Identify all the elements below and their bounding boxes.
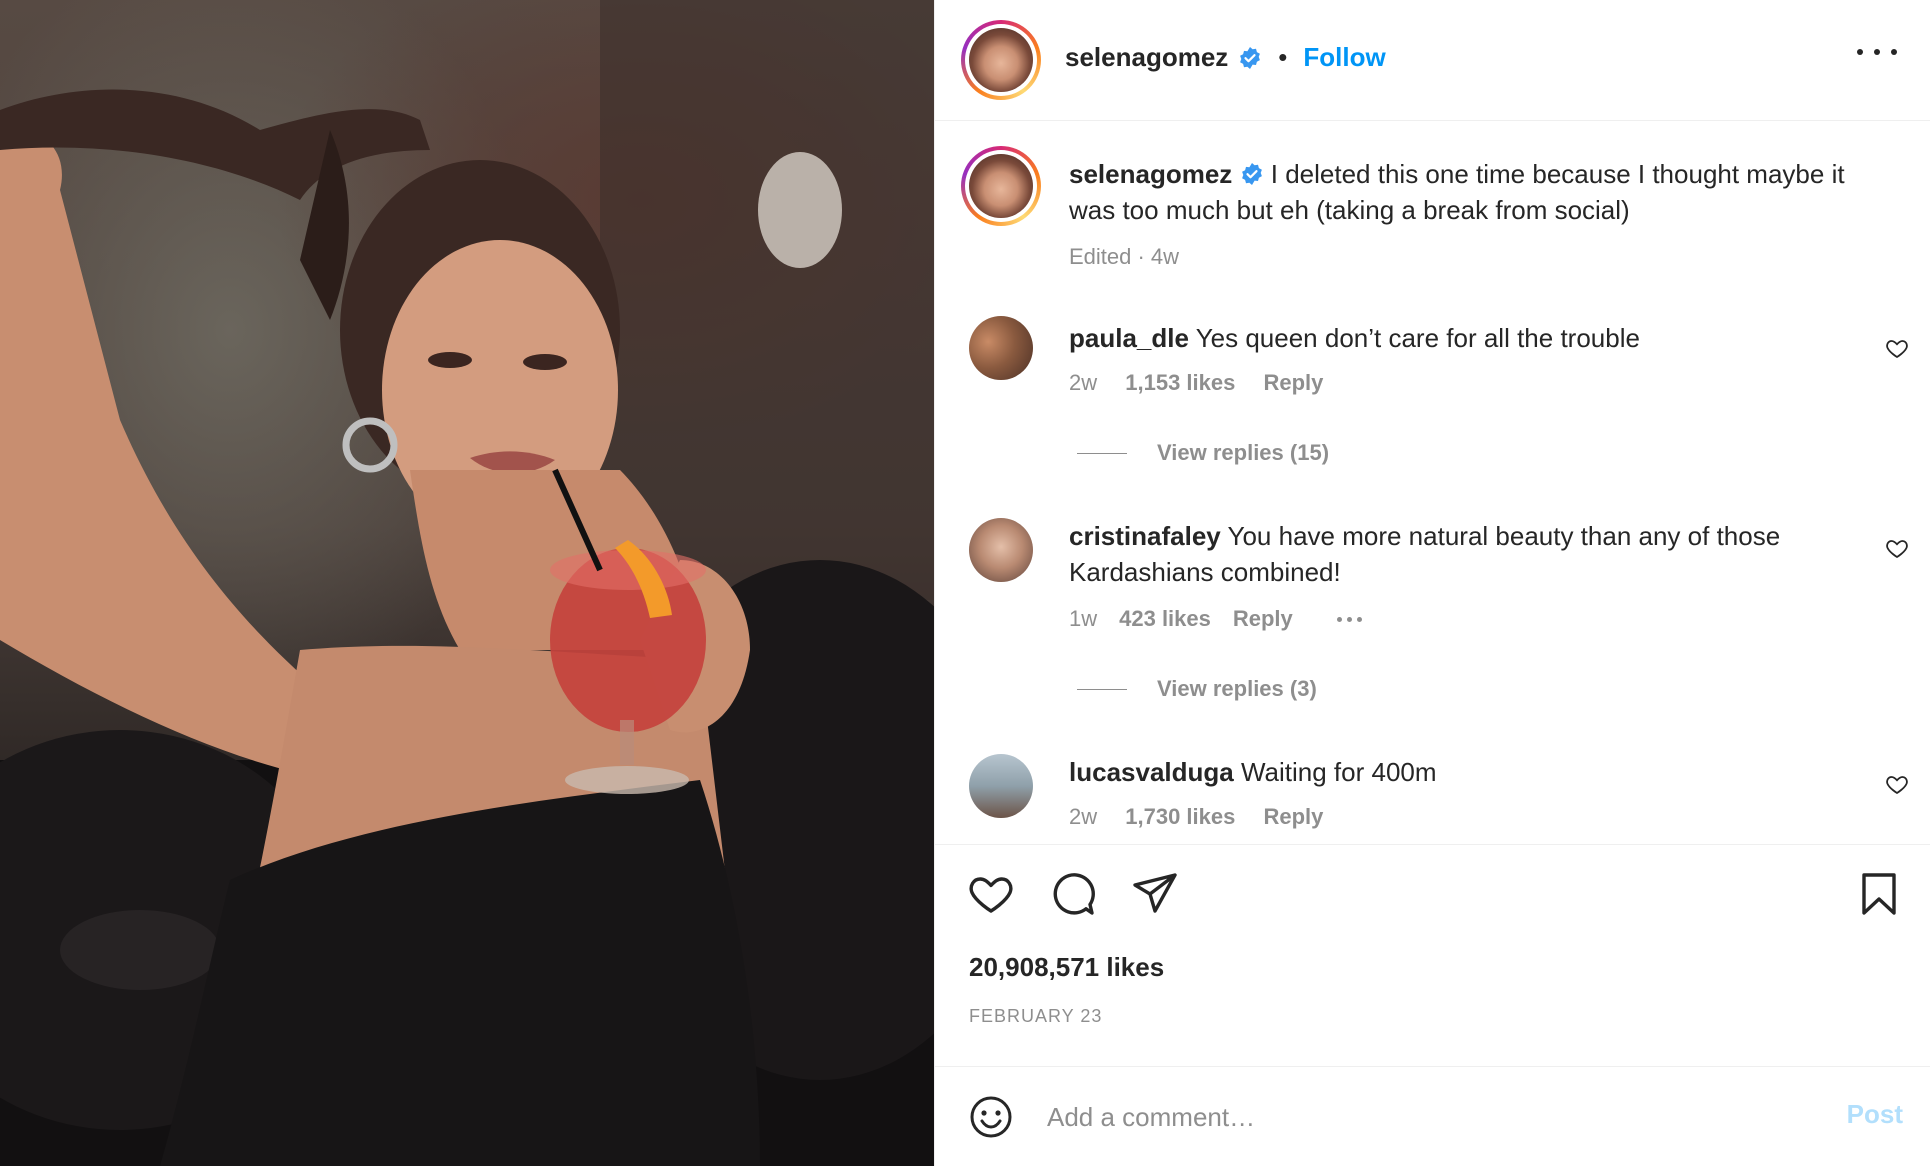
comment-avatar[interactable] [969,754,1033,818]
verified-badge-icon [1241,163,1262,185]
comment-more-icon[interactable] [1336,616,1362,622]
comment-username[interactable]: cristinafaley [1069,521,1221,551]
comment-time[interactable]: 2w [1069,804,1097,829]
comment-text: Yes queen don’t care for all the trouble [1195,323,1640,353]
post-photo[interactable] [0,0,934,1166]
header-separator: • [1278,42,1288,72]
comment-icon[interactable] [1049,870,1097,918]
comment-like-heart-icon[interactable] [1885,772,1909,796]
likes-count[interactable]: 20,908,571 likes [969,952,1164,983]
comment-likes[interactable]: 423 likes [1119,606,1211,632]
comment-username[interactable]: paula_dle [1069,323,1189,353]
heart-icon[interactable] [967,870,1015,918]
post-comment-button[interactable]: Post [1847,1099,1903,1130]
verified-badge-icon [1240,46,1261,69]
post-detail-panel: selenagomez • Follow selenagomez I delet… [934,0,1930,1166]
comment-text: Waiting for 400m [1240,757,1437,787]
comment-username[interactable]: lucasvalduga [1069,757,1234,787]
comment-time[interactable]: 1w [1069,606,1097,632]
reply-button[interactable]: Reply [1263,370,1323,395]
post-date[interactable]: FEBRUARY 23 [969,1006,1102,1027]
post-header: selenagomez • Follow [935,0,1930,121]
view-replies-label: View replies (3) [1157,676,1317,701]
comment: paula_dle Yes queen don’t care for all t… [1069,320,1809,396]
reply-button[interactable]: Reply [1233,606,1293,632]
view-replies-line [1077,452,1127,454]
emoji-icon[interactable] [969,1095,1013,1139]
follow-button[interactable]: Follow [1303,42,1385,73]
comment-time[interactable]: 2w [1069,370,1097,395]
add-comment-input[interactable] [1047,1097,1747,1137]
author-avatar[interactable] [961,20,1041,100]
author-username[interactable]: selenagomez [1065,42,1228,73]
reply-button[interactable]: Reply [1263,804,1323,829]
caption-meta: Edited · 4w [1069,244,1180,269]
view-replies-button[interactable]: View replies (3) [1077,676,1317,702]
actions-divider [935,844,1930,845]
comment: lucasvalduga Waiting for 400m 2w 1,730 l… [1069,754,1809,830]
comment-avatar[interactable] [969,518,1033,582]
comment-likes[interactable]: 1,153 likes [1125,370,1235,395]
add-comment-bar: Post [935,1066,1930,1166]
caption: selenagomez I deleted this one time beca… [1069,156,1849,270]
bookmark-icon[interactable] [1855,870,1903,918]
comment: cristinafaley You have more natural beau… [1069,518,1809,632]
caption-author-avatar[interactable] [961,146,1041,226]
more-options-icon[interactable] [1857,44,1897,60]
post-photo-illustration [0,0,934,1166]
comment-likes[interactable]: 1,730 likes [1125,804,1235,829]
comment-avatar[interactable] [969,316,1033,380]
comment-like-heart-icon[interactable] [1885,536,1909,560]
caption-username[interactable]: selenagomez [1069,159,1232,189]
comment-like-heart-icon[interactable] [1885,336,1909,360]
view-replies-button[interactable]: View replies (15) [1077,440,1329,466]
view-replies-label: View replies (15) [1157,440,1330,465]
view-replies-line [1077,688,1127,690]
share-icon[interactable] [1131,870,1179,918]
